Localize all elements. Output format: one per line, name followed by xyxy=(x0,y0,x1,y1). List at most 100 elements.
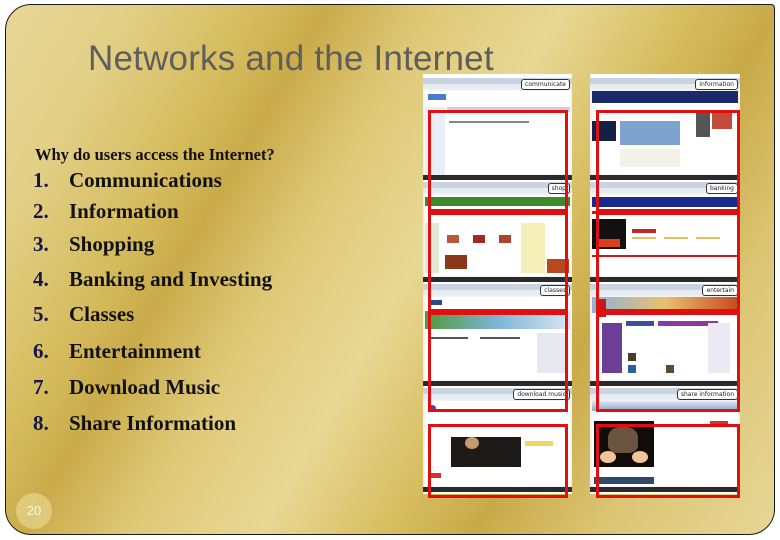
reason-item: 7. Download Music xyxy=(33,375,220,400)
text-line xyxy=(480,337,520,339)
taskbar xyxy=(590,175,740,180)
divider xyxy=(592,255,738,257)
logo xyxy=(626,321,654,326)
page-number: 20 xyxy=(16,493,52,529)
webpage xyxy=(425,297,570,380)
screenshot-classes: classes xyxy=(423,284,572,386)
screenshot-accuweather: information xyxy=(590,78,740,180)
screenshot-tag: communicate xyxy=(521,79,570,90)
reason-item: 1. Communications xyxy=(33,168,222,193)
logo xyxy=(428,405,436,411)
promo-image xyxy=(547,259,569,273)
promo-panel xyxy=(521,223,545,273)
reason-number: 1. xyxy=(33,168,49,192)
taskbar xyxy=(423,277,572,282)
header-bar xyxy=(592,401,738,411)
button xyxy=(632,237,656,239)
header-bar xyxy=(447,107,570,112)
header-bar xyxy=(425,197,570,206)
screenshot-tag: shop xyxy=(547,183,570,194)
webpage xyxy=(425,91,570,177)
reason-label: Share Information xyxy=(69,411,237,435)
logo xyxy=(428,300,442,305)
sidebar xyxy=(602,323,622,373)
screenshot-photo-sharing: share information xyxy=(590,388,740,492)
sidebar-right xyxy=(696,113,710,137)
sidebar xyxy=(425,107,445,177)
cat-photo xyxy=(600,451,616,463)
logo xyxy=(632,229,656,233)
product-image xyxy=(473,235,485,243)
reason-item: 5. Classes xyxy=(33,302,134,327)
logo xyxy=(428,94,446,100)
hero-image xyxy=(451,437,521,467)
taskbar xyxy=(423,487,572,492)
webpage xyxy=(592,297,738,380)
screenshot-tag: banking xyxy=(705,183,738,194)
header-bar xyxy=(592,197,738,207)
product-image xyxy=(445,255,467,269)
cat-photo xyxy=(608,427,638,453)
reason-item: 2. Information xyxy=(33,199,179,224)
screenshot-arcade: entertain xyxy=(590,284,740,386)
card-logo xyxy=(431,473,441,478)
sidebar-right xyxy=(708,323,730,373)
reason-number: 7. xyxy=(33,375,49,399)
game-thumbnail xyxy=(628,353,636,361)
promo-image xyxy=(596,239,620,247)
reason-number: 5. xyxy=(33,302,49,326)
screenshot-tag: classes xyxy=(540,285,570,296)
promo-button xyxy=(525,441,553,446)
reason-item: 3. Shopping xyxy=(33,232,154,257)
product-image xyxy=(447,235,459,243)
reason-label: Download Music xyxy=(69,375,221,399)
taskbar xyxy=(590,487,740,492)
reason-label: Communications xyxy=(69,168,222,192)
reason-number: 4. xyxy=(33,267,49,291)
webpage xyxy=(592,195,738,276)
reason-number: 3. xyxy=(33,232,49,256)
webpage xyxy=(425,401,570,486)
slide-title: Networks and the Internet xyxy=(88,39,494,78)
screenshot-tag: share information xyxy=(676,389,738,400)
sidebar xyxy=(425,223,439,273)
taskbar xyxy=(423,175,572,180)
reason-item: 8. Share Information xyxy=(33,411,236,436)
banner xyxy=(425,311,570,329)
forecast-panel xyxy=(620,121,680,145)
taskbar xyxy=(423,381,572,386)
screenshot-tag: download music xyxy=(513,389,570,400)
screenshot-column-right: information banking entertain share info… xyxy=(590,74,740,494)
screenshot-gmail: communicate xyxy=(423,78,572,180)
webpage xyxy=(592,401,738,486)
reason-label: Entertainment xyxy=(69,339,201,363)
screenshot-tag: entertain xyxy=(702,285,738,296)
screenshot-tag: information xyxy=(695,79,738,90)
hero-image xyxy=(465,437,479,449)
thumbnail-strip xyxy=(594,477,654,484)
sidebar-right xyxy=(537,333,567,373)
button xyxy=(696,237,720,239)
button xyxy=(664,237,688,239)
reason-label: Shopping xyxy=(69,232,155,256)
reason-label: Classes xyxy=(69,302,135,326)
cat-photo xyxy=(632,451,648,463)
screenshot-column-left: communicate shop classes download music xyxy=(423,74,572,494)
question-heading: Why do users access the Internet? xyxy=(35,145,275,164)
reason-item: 6. Entertainment xyxy=(33,339,201,364)
webpage xyxy=(592,91,738,174)
reason-label: Banking and Investing xyxy=(69,267,273,291)
text-line xyxy=(449,121,529,123)
sidebar xyxy=(592,121,616,141)
reason-item: 4. Banking and Investing xyxy=(33,267,272,292)
screenshot-banking: banking xyxy=(590,182,740,282)
forecast-panel xyxy=(620,149,680,167)
promo-image xyxy=(712,113,732,129)
signup-button xyxy=(710,421,728,426)
reason-label: Information xyxy=(69,199,179,223)
reason-number: 8. xyxy=(33,411,49,435)
nav-bar xyxy=(592,211,738,214)
mascot-image xyxy=(596,299,606,317)
webpage xyxy=(425,195,570,276)
game-thumbnail xyxy=(666,365,674,373)
